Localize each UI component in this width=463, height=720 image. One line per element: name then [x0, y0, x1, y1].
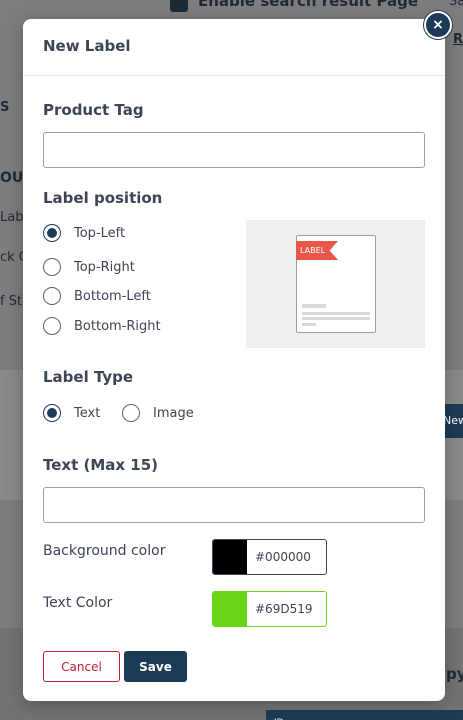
text-color-swatch[interactable] — [213, 592, 247, 626]
radio-image[interactable] — [122, 404, 140, 422]
label-type-label: Label Type — [43, 368, 134, 386]
preview-line — [302, 317, 370, 320]
background-right-fragment: Sa — [449, 0, 463, 9]
save-button[interactable]: Save — [124, 651, 187, 682]
label-text-input[interactable] — [43, 487, 425, 523]
position-option-bottom-right[interactable]: Bottom-Right — [43, 317, 161, 335]
modal-title: New Label — [43, 37, 131, 55]
position-option-label: Top-Left — [74, 225, 126, 241]
position-option-top-left[interactable]: Top-Left — [43, 224, 125, 242]
position-option-label: Bottom-Right — [74, 318, 161, 334]
radio-top-right[interactable] — [43, 258, 61, 276]
background-color-value[interactable]: #000000 — [247, 540, 311, 574]
position-option-top-right[interactable]: Top-Right — [43, 258, 135, 276]
product-tag-label: Product Tag — [43, 101, 144, 119]
cancel-button[interactable]: Cancel — [43, 651, 120, 682]
label-position-label: Label position — [43, 189, 163, 207]
position-option-label: Bottom-Left — [74, 288, 151, 304]
background-bottom-strip: ID — [266, 710, 463, 720]
preview-line — [302, 312, 370, 315]
label-type-option-label: Text — [74, 405, 101, 421]
background-top-text: Enable search result Page — [198, 0, 419, 10]
new-label-modal: New Label Product Tag Label position Top… — [23, 19, 445, 701]
background-color-swatch[interactable] — [213, 540, 247, 574]
radio-text[interactable] — [43, 404, 61, 422]
product-tag-input[interactable] — [43, 132, 425, 168]
background-checkbox — [170, 0, 188, 12]
label-type-option-image[interactable]: Image — [122, 404, 194, 422]
background-bottom-fragment: py — [446, 665, 463, 683]
position-option-bottom-left[interactable]: Bottom-Left — [43, 287, 151, 305]
preview-label-badge: LABEL — [296, 241, 338, 260]
close-icon[interactable]: × — [424, 11, 452, 39]
preview-product-card: LABEL — [296, 235, 376, 333]
radio-bottom-left[interactable] — [43, 287, 61, 305]
background-left-fragment: Lab — [0, 210, 24, 225]
text-max-label: Text (Max 15) — [43, 456, 159, 474]
modal-header: New Label — [23, 19, 445, 76]
label-type-option-text[interactable]: Text — [43, 404, 100, 422]
preview-line — [302, 304, 326, 308]
background-color-label: Background color — [43, 543, 166, 559]
background-left-fragment: S — [0, 100, 10, 115]
background-color-picker[interactable]: #000000 — [212, 539, 327, 575]
position-option-label: Top-Right — [74, 259, 135, 275]
label-type-option-label: Image — [153, 405, 194, 421]
preview-line — [302, 323, 316, 326]
radio-bottom-right[interactable] — [43, 317, 61, 335]
radio-top-left[interactable] — [43, 224, 61, 242]
background-right-link: R — [453, 32, 463, 47]
text-color-label: Text Color — [43, 595, 113, 611]
text-color-value[interactable]: #69D519 — [247, 592, 312, 626]
label-position-preview: LABEL — [246, 220, 425, 348]
text-color-picker[interactable]: #69D519 — [212, 591, 327, 627]
